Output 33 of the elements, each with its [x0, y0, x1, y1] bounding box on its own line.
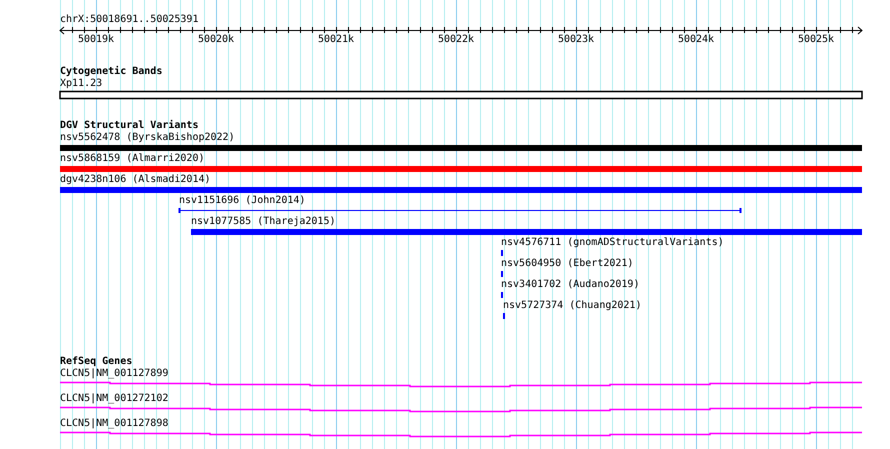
variant-bar[interactable]: [191, 229, 862, 235]
gene-model-drawing[interactable]: [60, 382, 862, 388]
variant-label[interactable]: nsv3401702 (Audano2019): [501, 279, 640, 291]
variant-label[interactable]: nsv1077585 (Thareja2015): [191, 216, 336, 228]
variant-bar[interactable]: [60, 145, 862, 151]
chromosome-band[interactable]: [59, 90, 863, 100]
variant-bar[interactable]: [60, 187, 862, 193]
variant-label[interactable]: nsv5562478 (ByrskaBishop2022): [60, 132, 235, 144]
tick-label: 50025k: [798, 34, 834, 46]
gene-model-drawing[interactable]: [60, 406, 862, 412]
gene-label[interactable]: CLCN5|NM_001127899: [60, 368, 168, 380]
location-label: chrX:50018691..50025391: [60, 14, 200, 26]
variant-label[interactable]: dgv4238n106 (Alsmadi2014): [60, 174, 211, 186]
gene-label[interactable]: CLCN5|NM_001127898: [60, 418, 168, 430]
band-label: Xp11.23: [60, 78, 104, 90]
tick-label: 50019k: [78, 34, 114, 46]
variant-label[interactable]: nsv5604950 (Ebert2021): [501, 258, 634, 270]
variant-label[interactable]: nsv1151696 (John2014): [179, 195, 306, 207]
track-title: RefSeq Genes: [60, 356, 134, 368]
variant-label[interactable]: nsv5868159 (Almarri2020): [60, 153, 204, 165]
variant-bar[interactable]: [60, 166, 862, 172]
variant-label[interactable]: nsv4576711 (gnomADStructuralVariants): [501, 237, 724, 249]
tick-label: 50021k: [318, 34, 354, 46]
gene-label[interactable]: CLCN5|NM_001272102: [60, 393, 168, 405]
variant-label[interactable]: nsv5727374 (Chuang2021): [503, 300, 642, 312]
tick-label: 50024k: [678, 34, 714, 46]
track-title: DGV Structural Variants: [60, 120, 200, 132]
track-title: Cytogenetic Bands: [60, 66, 164, 78]
tick-label: 50020k: [198, 34, 234, 46]
variant-line[interactable]: [178, 208, 742, 213]
tick-label: 50022k: [438, 34, 474, 46]
tick-label: 50023k: [558, 34, 594, 46]
gene-model-drawing[interactable]: [60, 432, 862, 438]
